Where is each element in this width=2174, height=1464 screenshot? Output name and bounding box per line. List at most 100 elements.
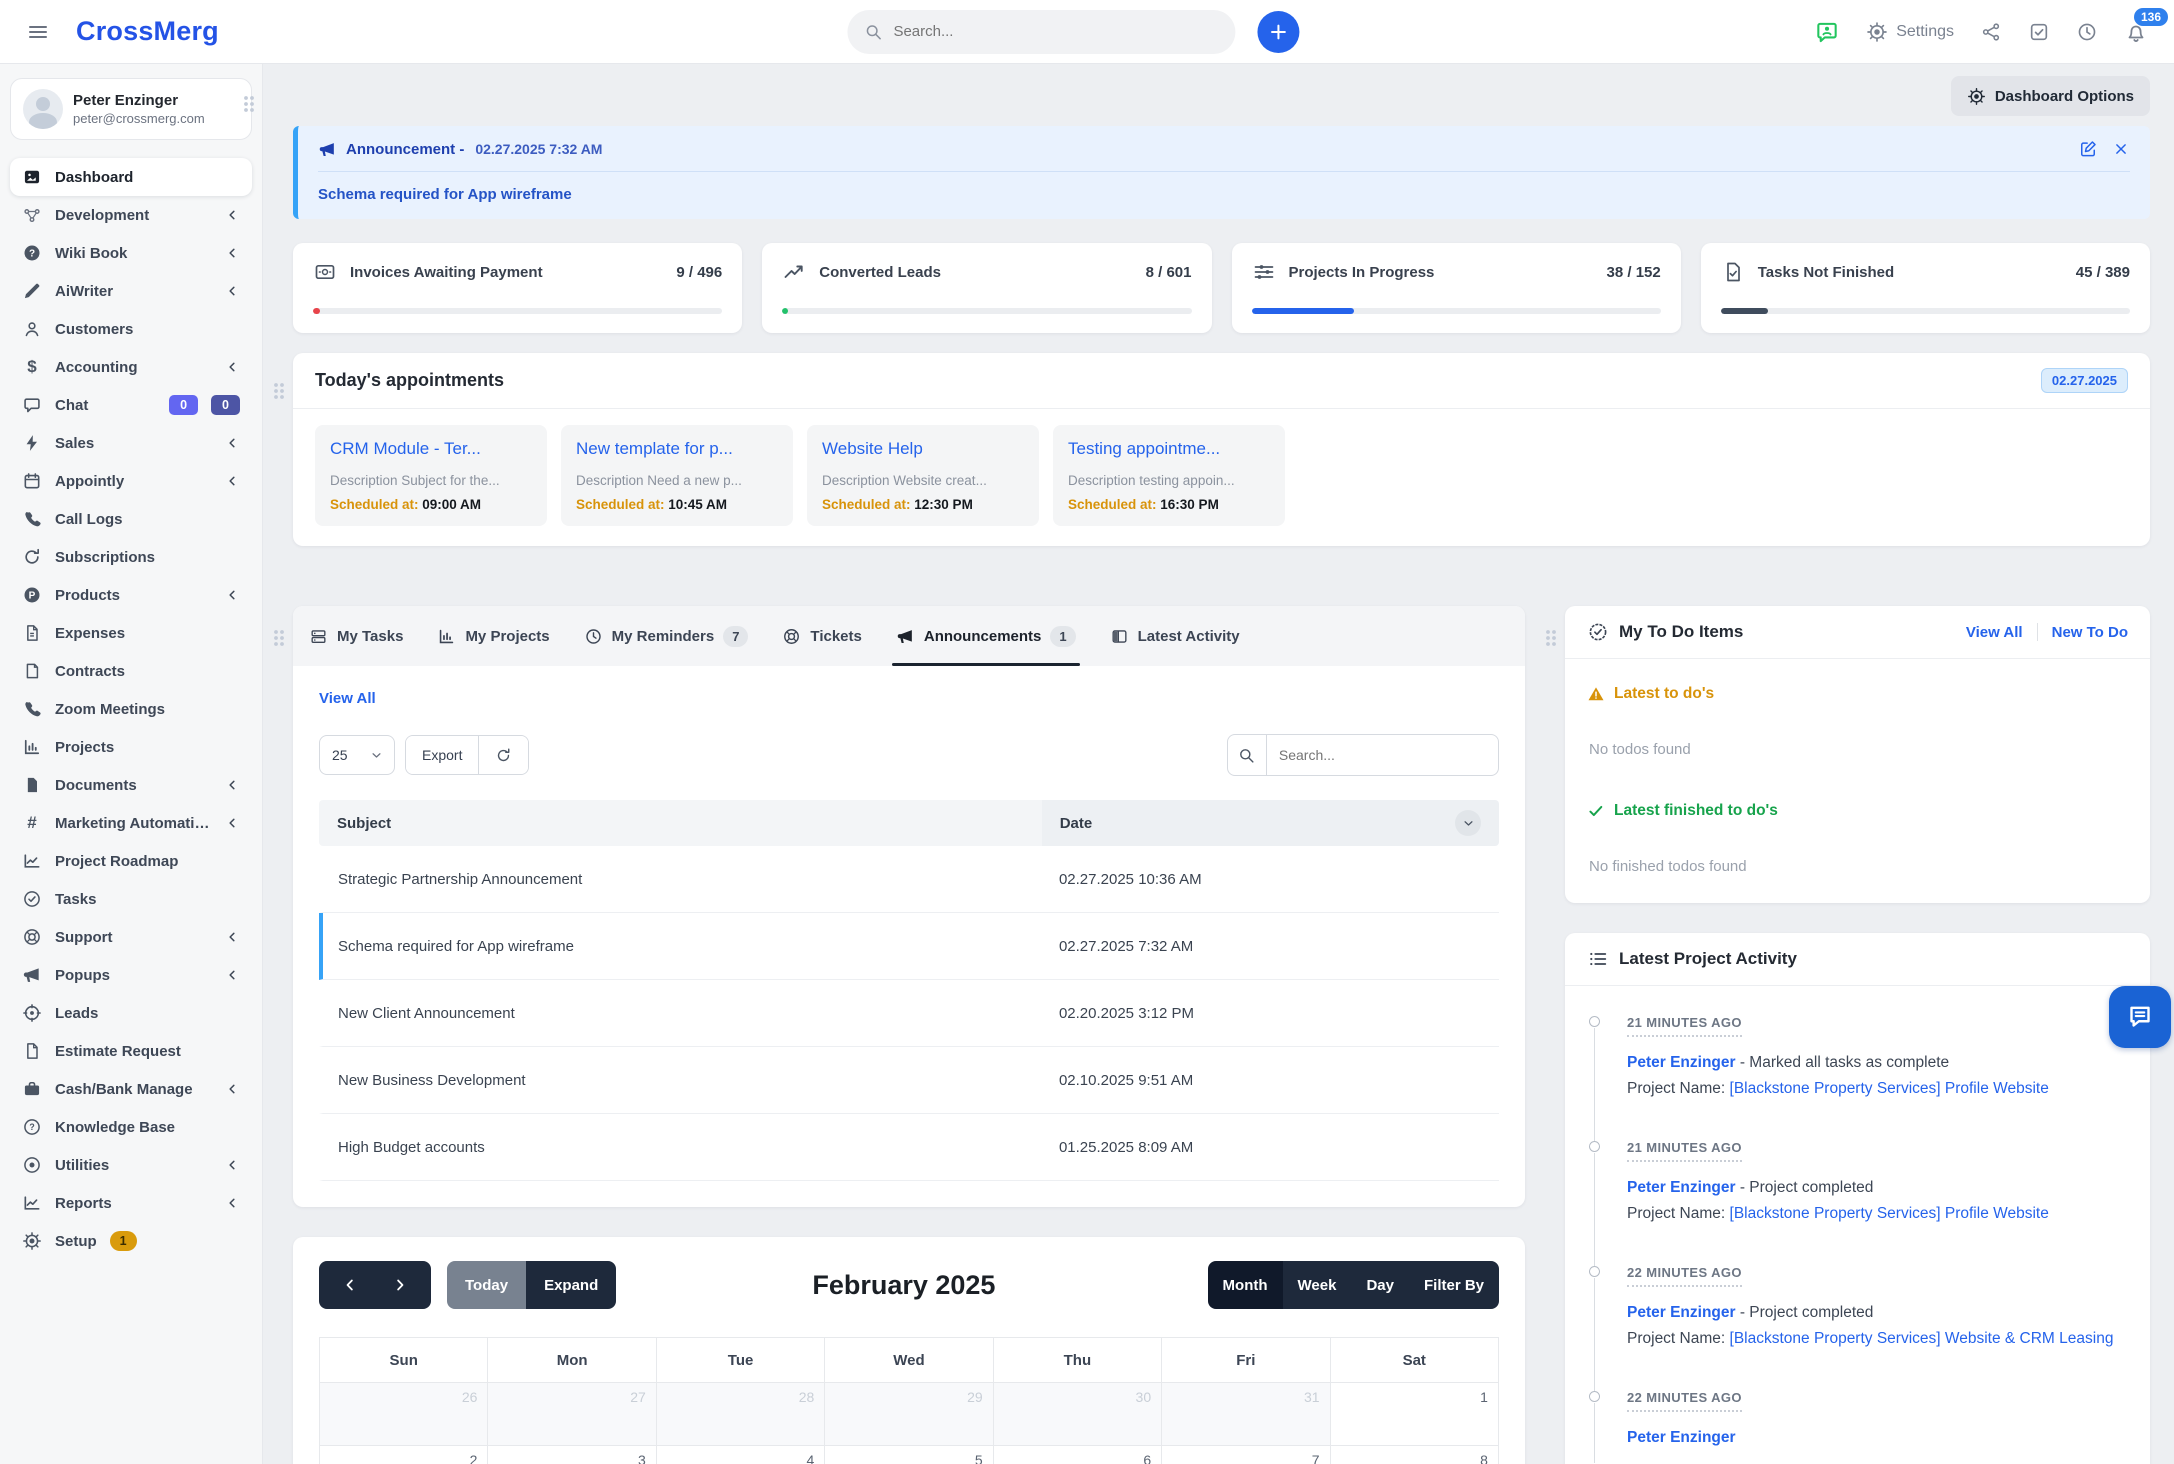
sidebar-item-setup[interactable]: Setup1	[10, 1222, 252, 1260]
sidebar-item-cash-bank[interactable]: Cash/Bank Manage	[10, 1070, 252, 1108]
sidebar-item-estimate-request[interactable]: Estimate Request	[10, 1032, 252, 1070]
todo-view-all-link[interactable]: View All	[1966, 624, 2023, 641]
sidebar-item-chat[interactable]: Chat00	[10, 386, 252, 424]
support-chat-icon[interactable]	[1814, 19, 1840, 45]
table-row[interactable]: Strategic Partnership Announcement02.27.…	[319, 846, 1499, 913]
calendar-view-week[interactable]: Week	[1283, 1261, 1352, 1309]
stat-card-converted-leads[interactable]: Converted Leads 8 / 601	[762, 243, 1211, 333]
activity-user-link[interactable]: Peter Enzinger	[1627, 1429, 1736, 1446]
tab-tickets[interactable]: Tickets	[782, 606, 861, 666]
edit-icon[interactable]	[2078, 139, 2098, 159]
quick-add-button[interactable]	[1257, 11, 1299, 53]
activity-user-link[interactable]: Peter Enzinger	[1627, 1304, 1736, 1321]
calendar-day[interactable]: 31	[1162, 1382, 1330, 1445]
activity-user-link[interactable]: Peter Enzinger	[1627, 1054, 1736, 1071]
global-search-input[interactable]	[893, 23, 1219, 40]
tab-announcements[interactable]: Announcements1	[896, 606, 1076, 666]
global-search[interactable]	[847, 10, 1235, 54]
calendar-prev-button[interactable]	[325, 1261, 375, 1309]
sidebar-item-call-logs[interactable]: Call Logs	[10, 500, 252, 538]
stat-card-projects-in-progress[interactable]: Projects In Progress 38 / 152	[1232, 243, 1681, 333]
sidebar-item-wiki-book[interactable]: Wiki Book	[10, 234, 252, 272]
calendar-day[interactable]: 5	[825, 1445, 993, 1464]
drag-handle[interactable]	[1544, 628, 1558, 648]
stat-card-tasks-not-finished[interactable]: Tasks Not Finished 45 / 389	[1701, 243, 2150, 333]
tab-my-tasks[interactable]: My Tasks	[309, 606, 403, 666]
appointment-card[interactable]: Testing appointme... Description testing…	[1053, 425, 1285, 526]
calendar-view-month[interactable]: Month	[1208, 1261, 1283, 1309]
sidebar-item-dashboard[interactable]: Dashboard	[10, 158, 252, 196]
table-row-selected[interactable]: Schema required for App wireframe02.27.2…	[319, 913, 1499, 980]
appointment-card[interactable]: New template for p... Description Need a…	[561, 425, 793, 526]
appointments-date-badge[interactable]: 02.27.2025	[2041, 368, 2128, 393]
floating-chat-button[interactable]	[2109, 986, 2171, 1048]
history-clock-icon[interactable]	[2076, 21, 2098, 43]
share-icon[interactable]	[1980, 21, 2002, 43]
table-search[interactable]	[1227, 734, 1499, 776]
sidebar-item-customers[interactable]: Customers	[10, 310, 252, 348]
drag-handle[interactable]	[272, 381, 286, 401]
refresh-button[interactable]	[478, 736, 528, 774]
sidebar-item-development[interactable]: Development	[10, 196, 252, 234]
drag-handle[interactable]	[242, 94, 256, 114]
close-icon[interactable]	[2112, 140, 2130, 158]
appointment-card[interactable]: Website Help Description Website creat..…	[807, 425, 1039, 526]
table-search-input[interactable]	[1267, 747, 1498, 763]
drag-handle[interactable]	[272, 628, 286, 648]
sidebar-item-sales[interactable]: Sales	[10, 424, 252, 462]
appointment-card[interactable]: CRM Module - Ter... Description Subject …	[315, 425, 547, 526]
calendar-today-button[interactable]: Today	[447, 1261, 526, 1309]
calendar-next-button[interactable]	[375, 1261, 425, 1309]
sidebar-item-popups[interactable]: Popups	[10, 956, 252, 994]
activity-project-link[interactable]: [Blackstone Property Services] Profile W…	[1730, 1205, 2049, 1222]
sidebar-item-accounting[interactable]: $Accounting	[10, 348, 252, 386]
calendar-day[interactable]: 27	[488, 1382, 656, 1445]
sidebar-item-documents[interactable]: Documents	[10, 766, 252, 804]
calendar-day[interactable]: 6	[994, 1445, 1162, 1464]
sidebar-item-appointly[interactable]: Appointly	[10, 462, 252, 500]
tab-my-reminders[interactable]: My Reminders7	[584, 606, 749, 666]
sidebar-item-reports[interactable]: Reports	[10, 1184, 252, 1222]
calendar-expand-button[interactable]: Expand	[526, 1261, 616, 1309]
table-row[interactable]: New Business Development02.10.2025 9:51 …	[319, 1047, 1499, 1114]
notifications-button[interactable]: 136	[2124, 20, 2148, 44]
calendar-day[interactable]: 2	[320, 1445, 488, 1464]
activity-project-link[interactable]: [Blackstone Property Services] Website &…	[1730, 1330, 2114, 1347]
sidebar-item-knowledge-base[interactable]: Knowledge Base	[10, 1108, 252, 1146]
activity-project-link[interactable]: [Blackstone Property Services] Profile W…	[1730, 1080, 2049, 1097]
tab-my-projects[interactable]: My Projects	[437, 606, 549, 666]
new-todo-link[interactable]: New To Do	[2052, 624, 2128, 641]
dashboard-options-button[interactable]: Dashboard Options	[1951, 76, 2150, 116]
table-row[interactable]: New Client Announcement02.20.2025 3:12 P…	[319, 980, 1499, 1047]
sidebar-item-subscriptions[interactable]: Subscriptions	[10, 538, 252, 576]
sidebar-item-marketing-automation[interactable]: #Marketing Automation	[10, 804, 252, 842]
sidebar-item-aiwriter[interactable]: AiWriter	[10, 272, 252, 310]
calendar-day[interactable]: 3	[488, 1445, 656, 1464]
activity-user-link[interactable]: Peter Enzinger	[1627, 1179, 1736, 1196]
tasks-check-icon[interactable]	[2028, 21, 2050, 43]
calendar-day[interactable]: 4	[657, 1445, 825, 1464]
settings-button[interactable]: Settings	[1866, 21, 1954, 43]
sidebar-item-projects[interactable]: Projects	[10, 728, 252, 766]
sidebar-item-contracts[interactable]: Contracts	[10, 652, 252, 690]
page-size-select[interactable]: 25	[319, 735, 395, 775]
export-button[interactable]: Export	[406, 736, 478, 774]
sidebar-item-utilities[interactable]: Utilities	[10, 1146, 252, 1184]
table-row[interactable]: High Budget accounts01.25.2025 8:09 AM	[319, 1114, 1499, 1181]
sort-chevron-button[interactable]	[1455, 810, 1481, 836]
app-logo[interactable]: CrossMerg	[76, 16, 219, 47]
sidebar-item-expenses[interactable]: Expenses	[10, 614, 252, 652]
calendar-day[interactable]: 7	[1162, 1445, 1330, 1464]
calendar-day[interactable]: 28	[657, 1382, 825, 1445]
sidebar-item-leads[interactable]: Leads	[10, 994, 252, 1032]
calendar-day[interactable]: 1	[1331, 1382, 1498, 1445]
calendar-filter-by[interactable]: Filter By	[1409, 1261, 1499, 1309]
tab-latest-activity[interactable]: Latest Activity	[1110, 606, 1240, 666]
calendar-day[interactable]: 8	[1331, 1445, 1498, 1464]
calendar-day[interactable]: 29	[825, 1382, 993, 1445]
calendar-view-day[interactable]: Day	[1351, 1261, 1409, 1309]
sidebar-item-products[interactable]: Products	[10, 576, 252, 614]
calendar-day[interactable]: 30	[994, 1382, 1162, 1445]
sidebar-item-project-roadmap[interactable]: Project Roadmap	[10, 842, 252, 880]
menu-toggle-icon[interactable]	[26, 20, 50, 44]
